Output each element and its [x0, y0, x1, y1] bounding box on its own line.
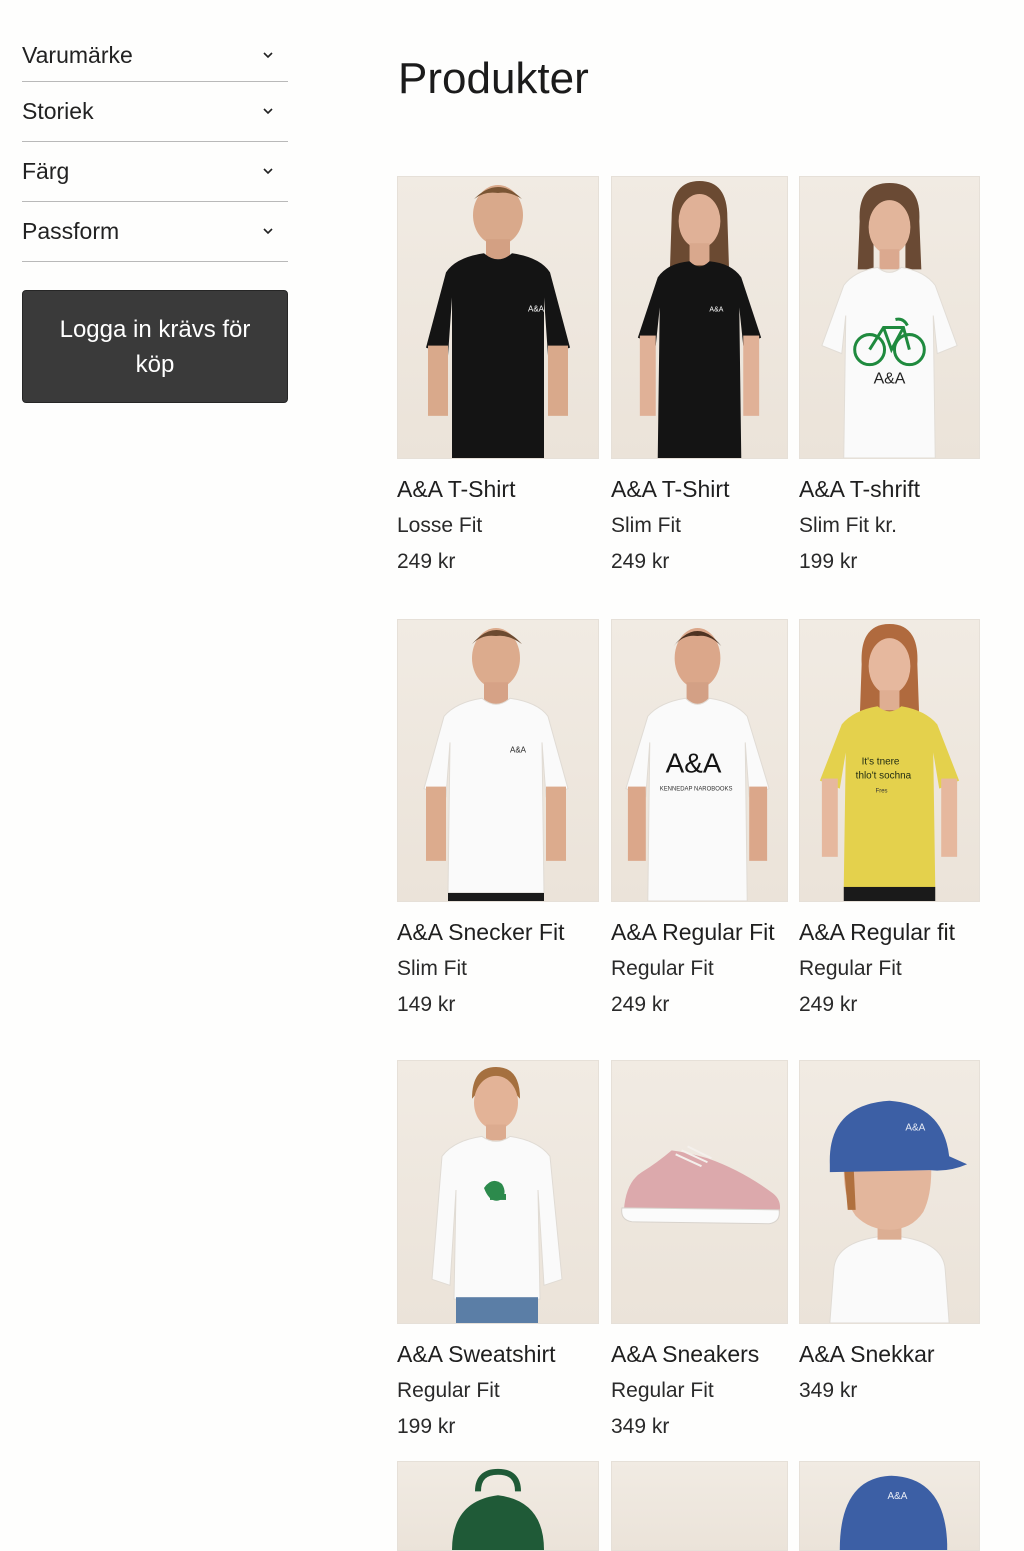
product-fit: Regular Fit: [397, 1379, 500, 1402]
product-print-text: It's tnere: [862, 756, 900, 767]
product-image[interactable]: A&A: [611, 176, 788, 459]
product-print-subtext: thlo't sochna: [856, 771, 912, 782]
filter-color-label: Färg: [22, 158, 70, 184]
product-card[interactable]: It's tnere thlo't sochna Fres A&A Regula…: [799, 619, 980, 1020]
product-print-text: A&A: [666, 747, 722, 778]
product-card[interactable]: A&A A&A T-shrift Slim Fit kr. 199 kr: [799, 176, 980, 577]
product-card[interactable]: A&A KENNEDAP NAROBOOKS A&A Regular Fit R…: [611, 619, 788, 1020]
filter-size-label: Storiek: [22, 98, 94, 124]
product-price: 199 kr: [397, 1415, 456, 1438]
filter-brand-label: Varumärke: [22, 42, 133, 68]
product-fit: Losse Fit: [397, 514, 483, 537]
product-fit: Slim Fit: [397, 957, 467, 980]
filter-fit-label: Passform: [22, 218, 120, 244]
product-image[interactable]: A&A: [397, 619, 599, 902]
product-card[interactable]: A&A Sweatshirt Regular Fit 199 kr: [397, 1060, 599, 1442]
chevron-down-icon[interactable]: [262, 51, 274, 61]
filter-sidebar: Varumärke Storiek Färg Passform Logga in…: [22, 30, 288, 403]
product-print-text: A&A: [905, 1122, 925, 1133]
product-card[interactable]: A&A A&A Snekkar 349 kr: [799, 1060, 980, 1412]
product-fit: Slim Fit: [611, 514, 681, 537]
product-fit: Slim Fit kr.: [799, 514, 897, 537]
product-name[interactable]: A&A T-Shirt: [397, 474, 599, 511]
page-title: Produkter: [398, 54, 589, 103]
product-price: 349 kr: [799, 1379, 858, 1402]
product-image[interactable]: A&A: [397, 176, 599, 459]
product-image[interactable]: [611, 1461, 788, 1551]
product-fit: Regular Fit: [799, 957, 902, 980]
product-name[interactable]: A&A Snecker Fit: [397, 917, 599, 954]
product-image[interactable]: A&A: [799, 176, 980, 459]
product-card[interactable]: A&A A&A Snecker Fit Slim Fit 149 kr: [397, 619, 599, 1020]
product-name[interactable]: A&A T-Shirt: [611, 474, 788, 511]
product-print-text: A&A: [528, 304, 545, 313]
filter-brand[interactable]: Varumärke: [22, 30, 288, 82]
product-image[interactable]: A&A: [799, 1461, 980, 1551]
filter-fit[interactable]: Passform: [22, 202, 288, 262]
product-card[interactable]: A&A A&A T-Shirt Slim Fit 249 kr: [611, 176, 788, 577]
filter-size[interactable]: Storiek: [22, 82, 288, 142]
product-print-subtext: KENNEDAP NAROBOOKS: [660, 787, 733, 793]
product-price: 149 kr: [397, 993, 456, 1016]
product-price: 249 kr: [799, 993, 858, 1016]
product-image[interactable]: A&A: [799, 1060, 980, 1324]
product-name[interactable]: A&A Regular Fit: [611, 917, 788, 954]
product-image[interactable]: A&A KENNEDAP NAROBOOKS: [611, 619, 788, 902]
filter-color[interactable]: Färg: [22, 142, 288, 202]
product-card[interactable]: A&A A&A T-Shirt Losse Fit 249 kr: [397, 176, 599, 577]
product-fit: Regular Fit: [611, 1379, 714, 1402]
product-print-text: A&A: [510, 745, 527, 754]
product-image[interactable]: [397, 1461, 599, 1551]
product-name[interactable]: A&A Regular fit: [799, 917, 980, 954]
chevron-down-icon[interactable]: [262, 167, 274, 177]
product-price: 249 kr: [397, 550, 456, 573]
product-name[interactable]: A&A Sneakers: [611, 1339, 788, 1376]
product-fit: Regular Fit: [611, 957, 714, 980]
product-print-subtext: Fres: [876, 789, 888, 795]
product-price: 199 kr: [799, 550, 858, 573]
product-price: 249 kr: [611, 993, 670, 1016]
product-name[interactable]: A&A T-shrift: [799, 474, 980, 511]
product-print-text: A&A: [888, 1491, 908, 1502]
product-price: 249 kr: [611, 550, 670, 573]
product-card[interactable]: [397, 1461, 599, 1551]
product-print-text: A&A: [709, 306, 723, 313]
product-image[interactable]: [397, 1060, 599, 1324]
product-card[interactable]: [611, 1461, 788, 1551]
product-name[interactable]: A&A Snekkar: [799, 1339, 980, 1376]
product-name[interactable]: A&A Sweatshirt: [397, 1339, 599, 1376]
product-image[interactable]: It's tnere thlo't sochna Fres: [799, 619, 980, 902]
product-price: 349 kr: [611, 1415, 670, 1438]
login-required-button[interactable]: Logga in krävs för köp: [22, 290, 288, 403]
product-card[interactable]: A&A Sneakers Regular Fit 349 kr: [611, 1060, 788, 1442]
product-card[interactable]: A&A: [799, 1461, 980, 1551]
chevron-down-icon[interactable]: [262, 227, 274, 237]
chevron-down-icon[interactable]: [262, 107, 274, 117]
product-image[interactable]: [611, 1060, 788, 1324]
product-print-text: A&A: [874, 371, 906, 388]
